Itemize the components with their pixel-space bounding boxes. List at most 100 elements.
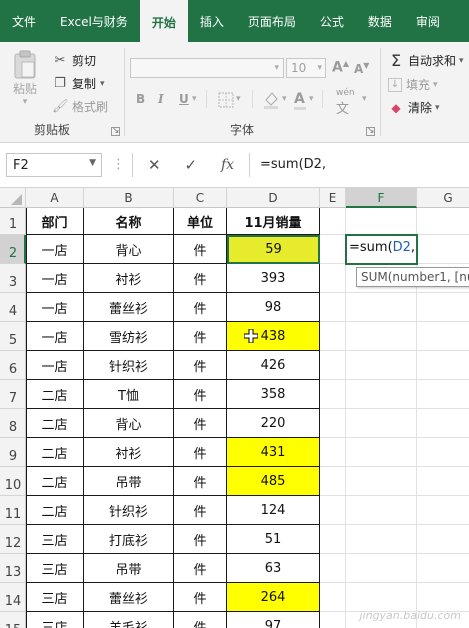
row-header[interactable]: 3 [0,264,26,293]
format-painter-button[interactable]: 🖌 格式刷 [52,98,108,115]
table-cell-name[interactable]: 衬衫 [84,438,174,467]
font-name-combobox[interactable]: ▾ [130,58,284,78]
row-header[interactable]: 6 [0,351,26,380]
table-cell-name[interactable]: 蕾丝衫 [84,583,174,612]
borders-icon[interactable] [218,92,234,108]
table-cell-unit[interactable]: 件 [174,235,227,264]
table-cell-name[interactable]: 衬衫 [84,264,174,293]
table-cell-unit[interactable]: 件 [174,264,227,293]
worksheet-grid[interactable]: ABCDEFG123456789101112131415部门名称单位11月销量一… [0,188,469,628]
table-cell-qty[interactable]: 358 [227,380,320,409]
table-cell-unit[interactable]: 件 [174,438,227,467]
table-cell-dept[interactable]: 一店 [26,351,84,380]
row-header[interactable]: 15 [0,612,26,628]
tab-3[interactable]: 插入 [188,0,236,42]
clipboard-launcher-icon[interactable]: ↘ [111,127,120,136]
table-cell-dept[interactable]: 三店 [26,612,84,628]
table-cell-dept[interactable]: 一店 [26,264,84,293]
empty-cell[interactable] [346,467,417,496]
table-cell-name[interactable]: 羊毛衫 [84,612,174,628]
table-cell-qty[interactable]: 264 [227,583,320,612]
empty-cell[interactable] [346,496,417,525]
empty-cell[interactable] [320,467,346,496]
fill-button[interactable]: ↓ 填充 ▾ [388,76,438,93]
column-header-b[interactable]: B [84,188,174,208]
table-cell-unit[interactable]: 件 [174,612,227,628]
empty-cell[interactable] [320,583,346,612]
table-cell-name[interactable]: 背心 [84,409,174,438]
table-cell-qty[interactable]: 393 [227,264,320,293]
tab-4[interactable]: 页面布局 [236,0,308,42]
autosum-button[interactable]: Σ 自动求和 ▾ [388,52,464,69]
empty-cell[interactable] [320,351,346,380]
empty-cell[interactable] [417,496,469,525]
empty-cell[interactable] [417,409,469,438]
table-cell-unit[interactable]: 件 [174,583,227,612]
column-header-f[interactable]: F [346,188,417,208]
grow-font-button[interactable]: A▲ [332,59,349,76]
table-cell-qty[interactable]: 485 [227,467,320,496]
row-header[interactable]: 9 [0,438,26,467]
table-cell-unit[interactable]: 件 [174,554,227,583]
column-header-d[interactable]: D [227,188,320,208]
empty-cell[interactable] [320,322,346,351]
tab-6[interactable]: 数据 [356,0,404,42]
empty-cell[interactable] [346,583,417,612]
table-header-cell[interactable]: 单位 [174,208,227,235]
table-cell-qty[interactable]: 124 [227,496,320,525]
empty-cell[interactable] [320,496,346,525]
tab-0[interactable]: 文件 [0,0,48,42]
row-header[interactable]: 1 [0,208,26,235]
table-cell-qty[interactable]: 98 [227,293,320,322]
table-cell-unit[interactable]: 件 [174,380,227,409]
empty-cell[interactable] [346,438,417,467]
empty-cell[interactable] [417,380,469,409]
table-cell-dept[interactable]: 一店 [26,235,84,264]
cut-button[interactable]: ✂ 剪切 [52,52,96,69]
column-header-a[interactable]: A [26,188,84,208]
table-cell-qty[interactable]: 51 [227,525,320,554]
formula-input[interactable]: =sum(D2, [249,153,469,177]
table-cell-unit[interactable]: 件 [174,322,227,351]
empty-cell[interactable] [346,409,417,438]
empty-cell[interactable] [417,235,469,264]
row-header[interactable]: 13 [0,554,26,583]
table-cell-unit[interactable]: 件 [174,525,227,554]
close-icon[interactable]: ✕ [148,156,161,174]
table-cell-dept[interactable]: 二店 [26,409,84,438]
empty-cell[interactable] [320,235,346,264]
column-header-c[interactable]: C [174,188,227,208]
table-cell-unit[interactable]: 件 [174,293,227,322]
table-cell-dept[interactable]: 三店 [26,554,84,583]
tab-7[interactable]: 审阅 [404,0,452,42]
active-cell-editor[interactable]: =sum(D2, [345,234,418,265]
empty-cell[interactable] [346,208,417,235]
row-header[interactable]: 2 [0,235,26,264]
empty-cell[interactable] [320,264,346,293]
table-cell-name[interactable]: 针织衫 [84,351,174,380]
table-cell-dept[interactable]: 二店 [26,496,84,525]
empty-cell[interactable] [346,351,417,380]
fill-color-icon[interactable] [262,90,280,110]
font-launcher-icon[interactable]: ↘ [366,127,375,136]
tab-2[interactable]: 开始 [139,0,188,42]
font-size-combobox[interactable]: 10 ▾ [286,58,326,78]
column-header-e[interactable]: E [320,188,346,208]
empty-cell[interactable] [320,438,346,467]
empty-cell[interactable] [320,208,346,235]
table-cell-qty[interactable]: 426 [227,351,320,380]
row-header[interactable]: 7 [0,380,26,409]
table-cell-name[interactable]: 蕾丝衫 [84,293,174,322]
row-header[interactable]: 14 [0,583,26,612]
table-header-cell[interactable]: 11月销量 [227,208,320,235]
table-cell-dept[interactable]: 一店 [26,293,84,322]
table-cell-name[interactable]: 打底衫 [84,525,174,554]
insert-function-button[interactable]: fx [221,157,234,173]
table-cell-qty[interactable]: 97 [227,612,320,628]
empty-cell[interactable] [346,380,417,409]
shrink-font-button[interactable]: A▼ [354,61,369,76]
table-cell-name[interactable]: 背心 [84,235,174,264]
row-header[interactable]: 5 [0,322,26,351]
table-cell-dept[interactable]: 二店 [26,438,84,467]
table-cell-dept[interactable]: 二店 [26,380,84,409]
